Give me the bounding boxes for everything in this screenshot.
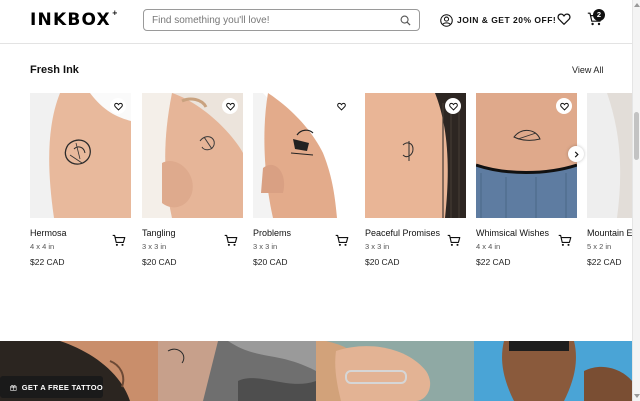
product-name[interactable]: Hermosa — [30, 228, 67, 238]
product-name[interactable]: Peaceful Promises — [365, 228, 440, 238]
add-to-cart-icon[interactable] — [558, 234, 572, 247]
wishlist-button[interactable] — [556, 98, 572, 114]
add-to-cart-icon[interactable] — [112, 234, 126, 247]
wishlist-button[interactable] — [222, 98, 238, 114]
account-link[interactable]: JOIN & GET 20% OFF! — [440, 12, 556, 28]
scroll-down-arrow[interactable] — [634, 394, 640, 398]
product-image[interactable] — [30, 93, 131, 218]
page: INKBOX+ JOIN & GET 20% OFF! 2 Fresh Ink … — [0, 0, 640, 401]
add-to-cart-icon[interactable] — [335, 234, 349, 247]
view-all-link[interactable]: View All — [572, 65, 603, 75]
search-input[interactable] — [152, 13, 392, 27]
product-image[interactable] — [142, 93, 243, 218]
site-header: INKBOX+ JOIN & GET 20% OFF! 2 — [0, 0, 632, 44]
banner-image — [158, 341, 316, 401]
join-promo-label: JOIN & GET 20% OFF! — [457, 15, 557, 25]
product-name[interactable]: Mountain Es — [587, 228, 632, 238]
product-price: $22 CAD — [30, 257, 65, 267]
product-card[interactable]: Hermosa 4 x 4 in $22 CAD — [30, 93, 131, 267]
heart-icon — [559, 102, 569, 111]
product-size: 5 x 2 in — [587, 242, 612, 251]
wishlist-button[interactable] — [110, 98, 126, 114]
inkbox-logo[interactable]: INKBOX+ — [30, 9, 119, 30]
product-card[interactable]: Whimsical Wishes 4 x 4 in $22 CAD — [476, 93, 577, 267]
free-tattoo-button[interactable]: GET A FREE TATTOO — [0, 376, 103, 398]
banner-image — [316, 341, 474, 401]
product-name[interactable]: Tangling — [142, 228, 176, 238]
product-size: 3 x 3 in — [365, 242, 390, 251]
product-image[interactable] — [476, 93, 577, 218]
promo-label: GET A FREE TATTOO — [21, 382, 103, 392]
product-price: $22 CAD — [587, 257, 622, 267]
product-price: $20 CAD — [253, 257, 288, 267]
product-size: 3 x 3 in — [142, 242, 167, 251]
product-price: $22 CAD — [476, 257, 511, 267]
product-name[interactable]: Whimsical Wishes — [476, 228, 549, 238]
scroll-up-arrow[interactable] — [634, 3, 640, 7]
banner-image — [474, 341, 632, 401]
heart-icon[interactable] — [557, 12, 571, 26]
product-size: 4 x 4 in — [30, 242, 55, 251]
carousel-next-button[interactable] — [568, 146, 584, 162]
heart-icon — [448, 102, 458, 111]
product-card[interactable]: Problems 3 x 3 in $20 CAD — [253, 93, 354, 267]
product-price: $20 CAD — [142, 257, 177, 267]
chevron-right-icon — [574, 150, 579, 158]
logo-text: INKBOX — [30, 10, 111, 30]
product-size: 3 x 3 in — [253, 242, 278, 251]
wishlist-button[interactable] — [445, 98, 461, 114]
section-title: Fresh Ink — [30, 64, 79, 76]
product-card[interactable]: Peaceful Promises 3 x 3 in $20 CAD — [365, 93, 466, 267]
product-card[interactable]: Tangling 3 x 3 in $20 CAD — [142, 93, 243, 267]
product-image[interactable] — [253, 93, 354, 218]
heart-icon — [336, 102, 346, 111]
gift-icon — [10, 384, 17, 391]
product-image[interactable] — [587, 93, 632, 218]
heart-icon — [225, 102, 235, 111]
search-icon[interactable] — [400, 15, 411, 26]
add-to-cart-icon[interactable] — [447, 234, 461, 247]
heart-icon — [113, 102, 123, 111]
product-card[interactable]: Mountain Es 5 x 2 in $22 CAD — [587, 93, 632, 283]
logo-mark: + — [111, 9, 119, 18]
scrollbar-thumb[interactable] — [634, 112, 639, 160]
product-price: $20 CAD — [365, 257, 400, 267]
user-circle-icon — [440, 13, 453, 27]
page-scrollbar[interactable] — [632, 0, 640, 401]
product-name[interactable]: Problems — [253, 228, 291, 238]
search-bar — [143, 9, 420, 31]
product-image[interactable] — [365, 93, 466, 218]
add-to-cart-icon[interactable] — [224, 234, 238, 247]
product-size: 4 x 4 in — [476, 242, 501, 251]
wishlist-button[interactable] — [333, 98, 349, 114]
cart-count-badge: 2 — [593, 9, 605, 21]
